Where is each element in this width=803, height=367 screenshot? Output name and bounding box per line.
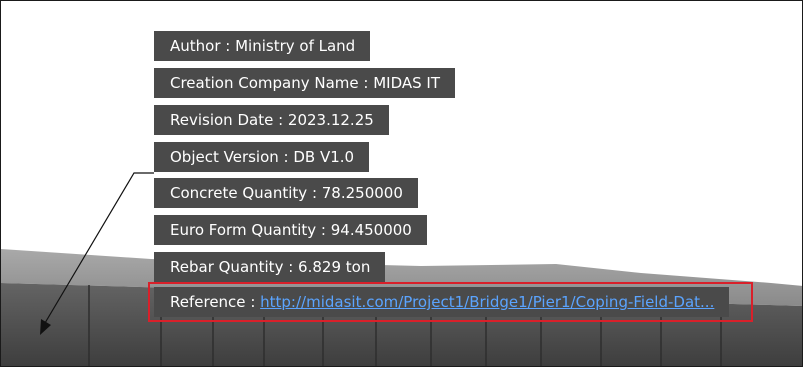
object-version-key: Object Version	[170, 148, 279, 166]
author-label: Author : Ministry of Land	[154, 31, 371, 61]
reference-highlight-box	[148, 282, 753, 322]
rebar-quantity-key: Rebar Quantity	[170, 258, 284, 276]
company-name-value: MIDAS IT	[373, 74, 441, 92]
euro-form-quantity-value: 94.450000	[330, 221, 412, 239]
revision-date-value: 2023.12.25	[287, 111, 374, 129]
concrete-quantity-value: 78.250000	[321, 184, 403, 202]
viewport[interactable]: Author : Ministry of Land Creation Compa…	[0, 0, 803, 367]
euro-form-quantity-key: Euro Form Quantity	[170, 221, 317, 239]
company-name-label: Creation Company Name : MIDAS IT	[154, 68, 456, 98]
object-version-value: DB V1.0	[293, 148, 355, 166]
concrete-quantity-label: Concrete Quantity : 78.250000	[154, 178, 418, 208]
author-value: Ministry of Land	[235, 37, 356, 55]
company-name-key: Creation Company Name	[170, 74, 359, 92]
concrete-quantity-key: Concrete Quantity	[170, 184, 308, 202]
rebar-quantity-label: Rebar Quantity : 6.829 ton	[154, 252, 386, 282]
rebar-quantity-value: 6.829 ton	[298, 258, 371, 276]
revision-date-key: Revision Date	[170, 111, 274, 129]
object-version-label: Object Version : DB V1.0	[154, 142, 370, 172]
euro-form-quantity-label: Euro Form Quantity : 94.450000	[154, 215, 427, 245]
author-key: Author	[170, 37, 221, 55]
revision-date-label: Revision Date : 2023.12.25	[154, 105, 389, 135]
